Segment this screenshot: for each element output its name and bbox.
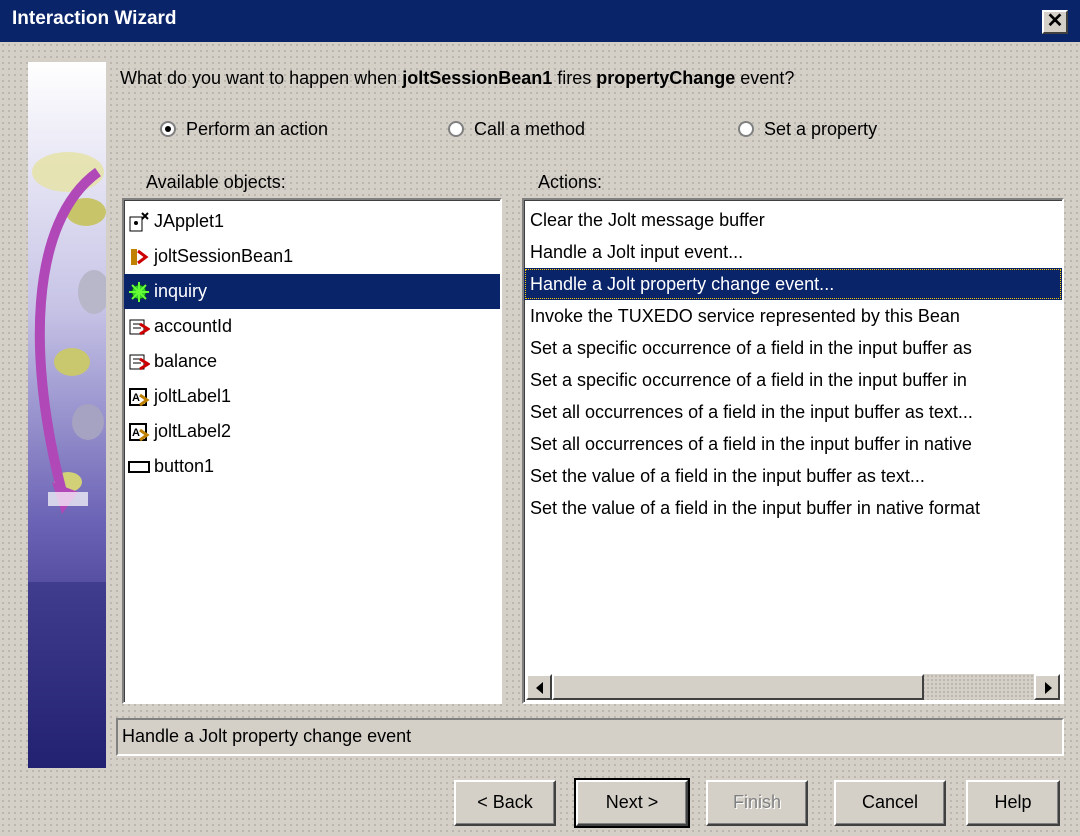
scroll-right-button[interactable] <box>1034 674 1060 700</box>
list-item[interactable]: Set a specific occurrence of a field in … <box>524 364 1062 396</box>
list-item-selected[interactable]: inquiry <box>124 274 500 309</box>
actions-list[interactable]: Clear the Jolt message buffer Handle a J… <box>522 198 1064 704</box>
list-item[interactable]: accountId <box>124 309 500 344</box>
applet-icon <box>129 211 149 231</box>
question-text: What do you want to happen when joltSess… <box>120 68 794 89</box>
button-icon <box>128 460 150 473</box>
label-icon: A <box>129 422 150 441</box>
list-item[interactable]: button1 <box>124 449 500 484</box>
list-item[interactable]: Clear the Jolt message buffer <box>524 204 1062 236</box>
finish-button[interactable]: Finish <box>706 780 808 826</box>
object-name: accountId <box>154 316 233 336</box>
list-item[interactable]: joltSessionBean1 <box>124 239 500 274</box>
list-item[interactable]: A joltLabel1 <box>124 379 500 414</box>
list-item[interactable]: Set all occurrences of a field in the in… <box>524 428 1062 460</box>
service-bean-icon <box>129 281 149 302</box>
next-button[interactable]: Next > <box>574 778 690 828</box>
actions-label: Actions: <box>538 172 603 192</box>
list-item[interactable]: Set all occurrences of a field in the in… <box>524 396 1062 428</box>
list-item[interactable]: A joltLabel2 <box>124 414 500 449</box>
list-item[interactable]: Set the value of a field in the input bu… <box>524 492 1062 524</box>
radio-set-property[interactable]: Set a property <box>738 119 877 140</box>
radio-dot[interactable] <box>448 121 464 137</box>
window-title: Interaction Wizard <box>12 8 177 29</box>
radio-dot-checked[interactable] <box>160 121 176 137</box>
question-prefix: What do you want to happen when <box>120 68 403 88</box>
radio-call-method[interactable]: Call a method <box>448 119 585 140</box>
close-button[interactable]: ✕ <box>1042 10 1068 34</box>
radio-label-set-property: Set a property <box>764 119 878 139</box>
list-item-selected[interactable]: Handle a Jolt property change event... <box>524 268 1062 300</box>
interaction-wizard-window: Interaction Wizard ✕ What do you want to… <box>0 0 1080 836</box>
list-item[interactable]: Set a specific occurrence of a field in … <box>524 332 1062 364</box>
back-button[interactable]: < Back <box>454 780 556 826</box>
object-name: balance <box>154 351 218 371</box>
radio-perform-action[interactable]: Perform an action <box>160 119 328 140</box>
arrow-left-icon <box>536 682 543 694</box>
question-middle: fires <box>552 68 597 88</box>
object-name: inquiry <box>154 281 208 301</box>
text-field-icon <box>129 319 150 335</box>
object-name: JApplet1 <box>154 211 225 231</box>
radio-dot[interactable] <box>738 121 754 137</box>
source-bean-name: joltSessionBean1 <box>402 68 553 88</box>
available-objects-list[interactable]: JApplet1 joltSessionBean1 inquiry accoun… <box>122 198 502 704</box>
text-field-icon <box>129 354 150 370</box>
list-item[interactable]: balance <box>124 344 500 379</box>
list-item[interactable]: Set the value of a field in the input bu… <box>524 460 1062 492</box>
question-suffix: event? <box>735 68 795 88</box>
session-bean-icon <box>131 248 149 265</box>
label-icon: A <box>129 387 150 406</box>
horizontal-scrollbar[interactable] <box>526 674 1060 700</box>
object-name: joltLabel1 <box>154 386 232 406</box>
object-name: button1 <box>154 456 215 476</box>
title-bar[interactable]: Interaction Wizard ✕ <box>0 0 1080 42</box>
help-button[interactable]: Help <box>966 780 1060 826</box>
svg-text:A: A <box>132 427 140 439</box>
scroll-thumb[interactable] <box>552 674 924 700</box>
svg-text:A: A <box>132 392 140 404</box>
list-item[interactable]: Invoke the TUXEDO service represented by… <box>524 300 1062 332</box>
available-objects-label: Available objects: <box>146 172 286 192</box>
list-item[interactable]: Handle a Jolt input event... <box>524 236 1062 268</box>
list-item[interactable]: JApplet1 <box>124 204 500 239</box>
scroll-left-button[interactable] <box>526 674 552 700</box>
cancel-button[interactable]: Cancel <box>834 780 946 826</box>
event-name: propertyChange <box>596 68 736 88</box>
arrow-right-icon <box>1045 682 1052 694</box>
description-field: Handle a Jolt property change event <box>116 718 1064 756</box>
object-name: joltSessionBean1 <box>154 246 294 266</box>
radio-label-perform-action: Perform an action <box>186 119 329 139</box>
radio-label-call-method: Call a method <box>474 119 586 139</box>
wizard-graphic <box>28 62 106 768</box>
object-name: joltLabel2 <box>154 421 232 441</box>
